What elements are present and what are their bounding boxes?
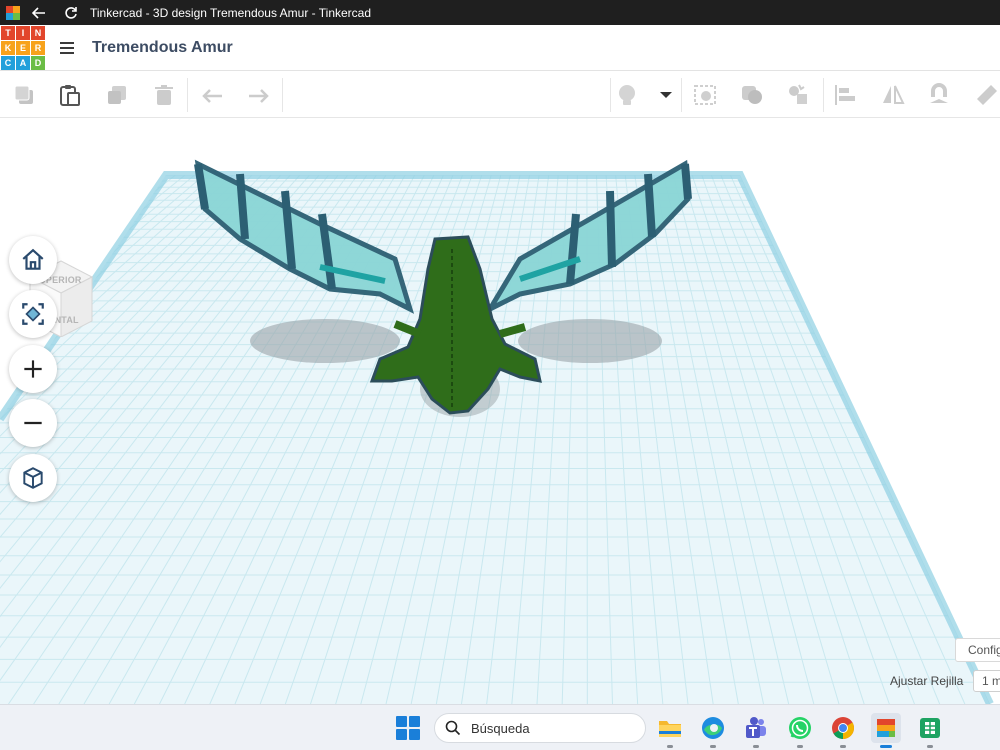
workplane-magnet-icon xyxy=(930,83,948,103)
mirror-icon xyxy=(883,85,905,104)
design-name[interactable]: Tremendous Amur xyxy=(92,39,233,57)
toolbar-divider xyxy=(681,78,682,112)
back-button[interactable] xyxy=(26,0,52,25)
chrome-icon xyxy=(832,717,854,739)
windows-start-button[interactable] xyxy=(396,716,420,740)
ruler-icon xyxy=(977,85,997,105)
model-shadow-right xyxy=(518,319,662,363)
undo-button[interactable] xyxy=(199,82,225,108)
logo-cell: N xyxy=(31,25,45,40)
duplicate-icon xyxy=(108,86,126,104)
logo-cell: I xyxy=(16,25,30,40)
edit-toolbar xyxy=(0,72,1000,118)
workplane-button[interactable] xyxy=(926,82,952,108)
whatsapp-button[interactable] xyxy=(785,713,815,743)
snap-grid-label: Ajustar Rejilla xyxy=(890,674,964,688)
show-all-button[interactable] xyxy=(692,82,718,108)
logo-cell: A xyxy=(16,55,30,70)
delete-button[interactable] xyxy=(151,82,177,108)
window-title: Tinkercad - 3D design Tremendous Amur - … xyxy=(90,5,372,20)
tinkercad-favicon-icon xyxy=(6,5,20,20)
note-bulb-icon xyxy=(619,85,635,105)
toolbar-divider xyxy=(282,78,283,112)
delete-icon xyxy=(155,85,173,105)
ruler-button[interactable] xyxy=(974,82,1000,108)
zoom-out-button[interactable] xyxy=(9,399,57,447)
tinkercad-logo[interactable]: T I N K E R C A D xyxy=(1,25,45,70)
note-button[interactable] xyxy=(614,82,640,108)
file-explorer-icon xyxy=(659,721,681,737)
snap-grid-select[interactable]: 1 m xyxy=(973,670,1000,692)
running-indicator xyxy=(797,745,803,748)
show-all-icon xyxy=(694,85,716,105)
logo-cell: C xyxy=(1,55,15,70)
redo-button[interactable] xyxy=(246,82,272,108)
teams-button[interactable] xyxy=(741,713,771,743)
undo-icon xyxy=(202,89,222,103)
paste-button[interactable] xyxy=(57,82,83,108)
fit-view-button[interactable] xyxy=(9,290,57,338)
duplicate-button[interactable] xyxy=(104,82,130,108)
perspective-icon xyxy=(23,467,43,489)
logo-cell: T xyxy=(1,25,15,40)
whatsapp-icon xyxy=(789,717,811,739)
copy-icon xyxy=(14,85,33,104)
settings-button[interactable]: Config xyxy=(955,638,1000,662)
paste-icon xyxy=(60,85,80,106)
logo-cell: K xyxy=(1,40,15,55)
windows-taskbar: Búsqueda xyxy=(0,704,1000,750)
logo-cell: R xyxy=(31,40,45,55)
browser-titlebar: Tinkercad - 3D design Tremendous Amur - … xyxy=(0,0,1000,25)
running-indicator xyxy=(710,745,716,748)
workplane-area[interactable]: SUPERIOR FRONTAL xyxy=(0,119,1000,704)
search-icon xyxy=(445,720,461,736)
note-dropdown-button[interactable] xyxy=(653,82,679,108)
reload-button[interactable] xyxy=(58,0,84,25)
arrow-left-icon xyxy=(32,6,45,19)
group-icon xyxy=(789,84,807,104)
toolbar-divider xyxy=(187,78,188,112)
reload-icon xyxy=(65,6,77,19)
home-view-button[interactable] xyxy=(9,236,57,284)
running-indicator xyxy=(753,745,759,748)
app-header: T I N K E R C A D Tremendous Amur xyxy=(0,25,1000,71)
home-icon xyxy=(22,248,44,270)
align-icon xyxy=(835,85,855,105)
redo-icon xyxy=(249,89,269,103)
taskbar-search[interactable]: Búsqueda xyxy=(434,713,646,743)
model-shadow-left xyxy=(250,319,400,363)
teams-icon xyxy=(746,717,766,738)
zoom-in-button[interactable] xyxy=(9,345,57,393)
hole-solid-icon xyxy=(742,86,762,104)
active-indicator xyxy=(880,745,892,748)
toolbar-divider xyxy=(823,78,824,112)
group-button[interactable] xyxy=(785,82,811,108)
hole-solid-button[interactable] xyxy=(739,82,765,108)
edge-icon xyxy=(702,717,724,739)
zoom-in-icon xyxy=(24,360,42,378)
workplane-canvas[interactable] xyxy=(0,119,1000,704)
perspective-button[interactable] xyxy=(9,454,57,502)
running-indicator xyxy=(840,745,846,748)
taskbar-search-placeholder: Búsqueda xyxy=(471,720,530,736)
dropdown-caret-icon xyxy=(660,92,672,98)
tinkercad-taskbar-button[interactable] xyxy=(871,713,901,743)
file-explorer-button[interactable] xyxy=(655,713,685,743)
design-menu-icon[interactable] xyxy=(60,38,80,58)
align-button[interactable] xyxy=(832,82,858,108)
fit-view-icon xyxy=(22,303,44,325)
logo-cell: E xyxy=(16,40,30,55)
running-indicator xyxy=(927,745,933,748)
tinkercad-icon xyxy=(877,719,895,737)
toolbar-divider xyxy=(610,78,611,112)
mirror-button[interactable] xyxy=(880,82,906,108)
edge-button[interactable] xyxy=(698,713,728,743)
zoom-out-icon xyxy=(24,421,42,425)
sheets-button[interactable] xyxy=(915,713,945,743)
chrome-button[interactable] xyxy=(828,713,858,743)
logo-cell: D xyxy=(31,55,45,70)
running-indicator xyxy=(667,745,673,748)
copy-button[interactable] xyxy=(11,82,37,108)
sheets-icon xyxy=(920,718,940,738)
